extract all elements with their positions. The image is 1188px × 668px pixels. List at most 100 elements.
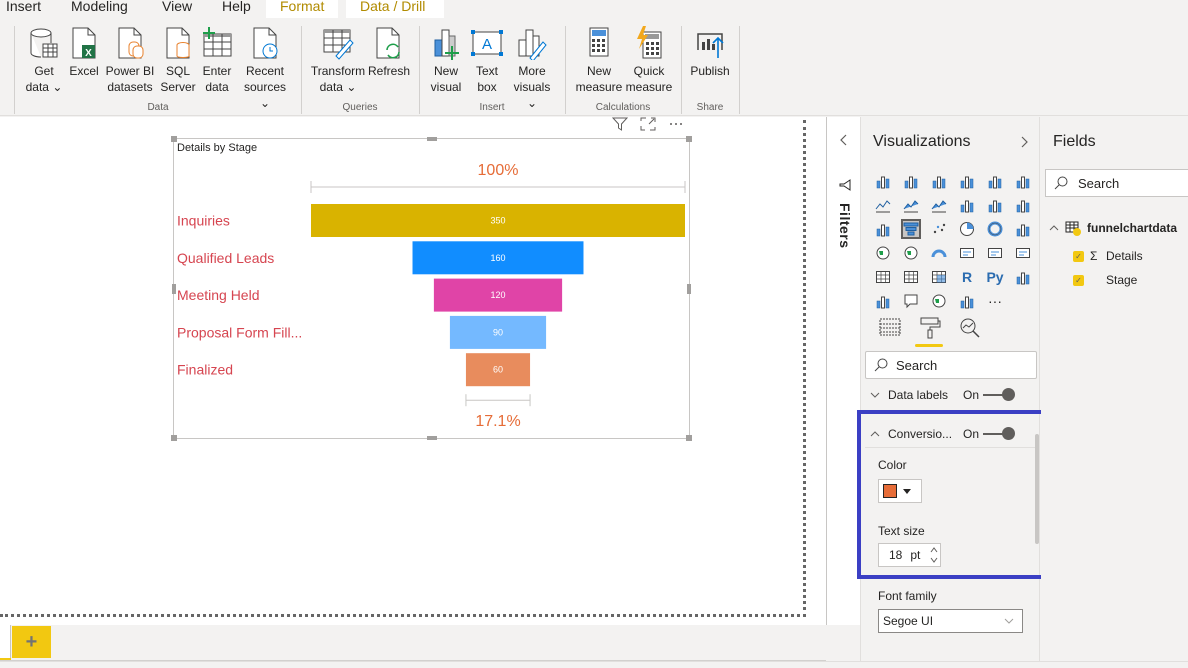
format-tab[interactable] [915, 317, 943, 347]
pane-scrollbar[interactable] [1035, 434, 1039, 544]
viz-key-influencers[interactable] [1009, 265, 1037, 289]
color-picker[interactable] [878, 479, 922, 503]
spin-arrows-icon[interactable] [930, 546, 938, 564]
excel-icon: X [72, 27, 96, 59]
checkbox-checked[interactable]: ✓ [1073, 250, 1084, 262]
recent-sources-button[interactable]: Recent sources ⌄ [238, 26, 292, 111]
font-family-label: Font family [878, 589, 937, 603]
new-visual-button[interactable]: New visual [428, 26, 464, 95]
viz-line[interactable] [869, 193, 897, 217]
viz-paginated[interactable] [953, 289, 981, 313]
table-icon [1065, 221, 1081, 236]
transform-data-button[interactable]: Transform data ⌄ [310, 26, 366, 95]
quick-measure-icon [637, 26, 662, 59]
text-size-label: Text size [878, 524, 925, 538]
text-box-button[interactable]: A Text box [470, 26, 504, 95]
filter-icon[interactable] [612, 117, 628, 131]
sql-server-button[interactable]: SQL Server [158, 26, 198, 95]
viz-line-clustered-column[interactable] [981, 193, 1009, 217]
viz-stacked-column[interactable] [897, 169, 925, 193]
viz-treemap[interactable] [1009, 217, 1037, 241]
funnel-visual[interactable]: Details by Stage 100% 350 Inquiries 160 Qual… [171, 136, 692, 441]
viz-donut[interactable] [981, 217, 1009, 241]
checkbox-checked[interactable]: ✓ [1073, 274, 1084, 286]
refresh-button[interactable]: Refresh [368, 26, 410, 79]
new-measure-button[interactable]: New measure [574, 26, 624, 95]
focus-mode-icon[interactable] [640, 117, 656, 131]
expand-chevron-right-icon[interactable] [1019, 135, 1029, 149]
data-labels-section[interactable]: Data labels On [865, 384, 1037, 406]
font-family-dropdown[interactable]: Segoe UI [878, 609, 1023, 633]
viz-100-stacked-bar[interactable] [981, 169, 1009, 193]
pane-tabs [879, 317, 981, 347]
collapse-chevron-left-icon[interactable] [839, 133, 849, 147]
text-size-stepper[interactable]: 18 pt [878, 543, 941, 567]
tab-insert[interactable]: Insert [0, 0, 55, 18]
viz-multi-row-card[interactable] [981, 241, 1009, 265]
field-stage[interactable]: ✓ Stage [1073, 273, 1137, 287]
viz-pie[interactable] [953, 217, 981, 241]
enter-data-icon [203, 27, 232, 57]
more-visuals-button[interactable]: More visuals ⌄ [508, 26, 556, 111]
group-separator [565, 26, 566, 114]
viz-stacked-area[interactable] [925, 193, 953, 217]
more-options-icon[interactable] [668, 117, 684, 131]
filters-pane[interactable]: Filters [826, 117, 860, 625]
viz-gauge[interactable] [925, 241, 953, 265]
tab-view[interactable]: View [148, 0, 206, 18]
viz-shape-map[interactable] [925, 289, 953, 313]
field-details[interactable]: ✓ Σ Details [1073, 249, 1143, 263]
conversion-section[interactable]: Conversio... On [865, 420, 1037, 448]
report-canvas[interactable]: Details by Stage 100% 350 Inquiries 160 Qual… [0, 117, 826, 625]
tab-help[interactable]: Help [208, 0, 265, 18]
quick-measure-button[interactable]: Quick measure [624, 26, 674, 95]
chevron-up-icon[interactable] [1049, 224, 1059, 232]
add-page-button[interactable]: + [12, 626, 51, 658]
viz-clustered-column[interactable] [953, 169, 981, 193]
viz-waterfall[interactable] [869, 217, 897, 241]
page-tab[interactable] [0, 625, 11, 660]
viz-filled-map[interactable] [897, 241, 925, 265]
viz-r-visual[interactable]: R [953, 265, 981, 289]
viz-map[interactable] [869, 241, 897, 265]
powerbi-datasets-label-2: datasets [107, 80, 153, 94]
tab-format[interactable]: Format [266, 0, 338, 18]
viz-stacked-bar[interactable] [869, 169, 897, 193]
tab-data-drill[interactable]: Data / Drill [346, 0, 444, 18]
publish-label: Publish [690, 64, 730, 78]
conversion-toggle[interactable]: On [963, 426, 1016, 441]
viz-ribbon[interactable] [1009, 193, 1037, 217]
enter-data-button[interactable]: Enter data [200, 26, 234, 95]
fields-search-input[interactable]: Search [1045, 169, 1188, 197]
paint-roller-icon [920, 317, 941, 339]
viz-python-visual[interactable]: Py [981, 265, 1009, 289]
viz-line-column[interactable] [953, 193, 981, 217]
publish-button[interactable]: Publish [688, 26, 732, 79]
viz-slicer[interactable] [869, 265, 897, 289]
viz-table[interactable] [897, 265, 925, 289]
table-node[interactable]: funnelchartdata [1049, 220, 1177, 236]
refresh-icon [376, 27, 400, 59]
excel-button[interactable]: X Excel [68, 26, 100, 79]
viz-funnel[interactable] [897, 217, 925, 241]
viz-kpi[interactable] [1009, 241, 1037, 265]
viz-qa[interactable] [897, 289, 925, 313]
fields-tab[interactable] [879, 317, 901, 341]
viz-decomposition-tree[interactable] [869, 289, 897, 313]
viz-100-stacked-column[interactable] [1009, 169, 1037, 193]
analytics-tab[interactable] [959, 317, 981, 341]
viz-card[interactable] [953, 241, 981, 265]
format-search-input[interactable]: Search [865, 351, 1037, 379]
filters-label[interactable]: Filters [837, 203, 853, 249]
viz-clustered-bar[interactable] [925, 169, 953, 193]
clustered-bar-icon [932, 176, 946, 189]
viz-more[interactable]: ··· [981, 289, 1009, 313]
data-labels-toggle[interactable]: On [963, 388, 1016, 402]
format-search-placeholder: Search [896, 357, 938, 373]
powerbi-datasets-button[interactable]: Power BI datasets [104, 26, 156, 95]
viz-area[interactable] [897, 193, 925, 217]
viz-matrix[interactable] [925, 265, 953, 289]
viz-scatter[interactable] [925, 217, 953, 241]
get-data-button[interactable]: Get data ⌄ [24, 26, 64, 95]
tab-modeling[interactable]: Modeling [57, 0, 142, 18]
